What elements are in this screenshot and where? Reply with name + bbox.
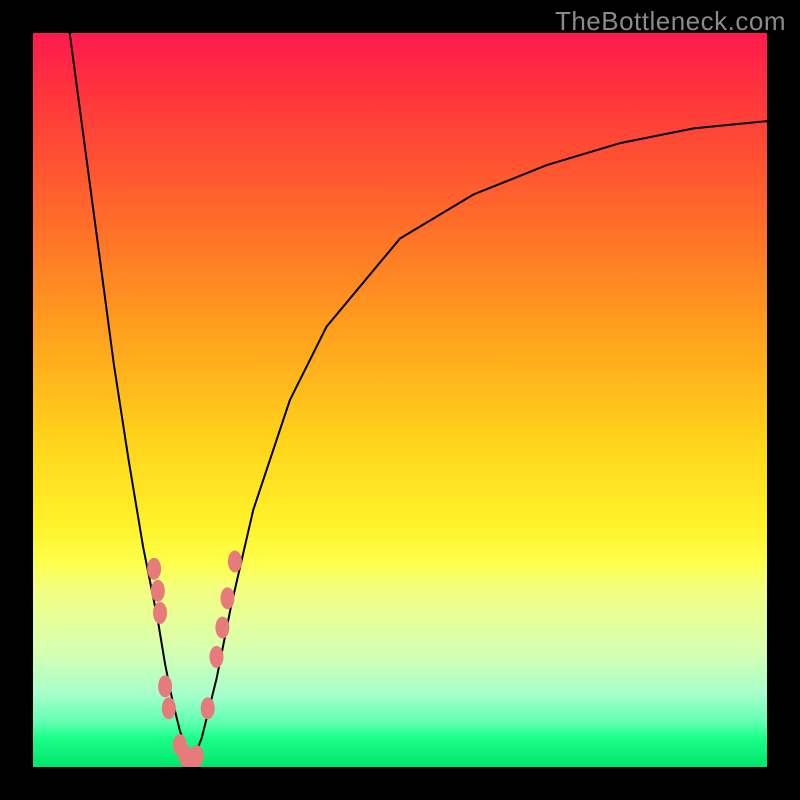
data-marker [210,646,224,668]
data-marker [151,580,165,602]
chart-plot-area [33,33,767,767]
data-marker [215,617,229,639]
data-marker [147,558,161,580]
data-marker [153,602,167,624]
watermark-text: TheBottleneck.com [555,6,786,37]
chart-frame: TheBottleneck.com [0,0,800,800]
curve-right-branch [191,121,767,767]
data-marker [190,745,204,767]
data-marker [158,675,172,697]
data-marker [221,587,235,609]
data-marker [201,697,215,719]
data-markers [147,551,242,768]
curve-left-branch [70,33,191,767]
chart-svg [33,33,767,767]
data-marker [162,697,176,719]
data-marker [228,551,242,573]
